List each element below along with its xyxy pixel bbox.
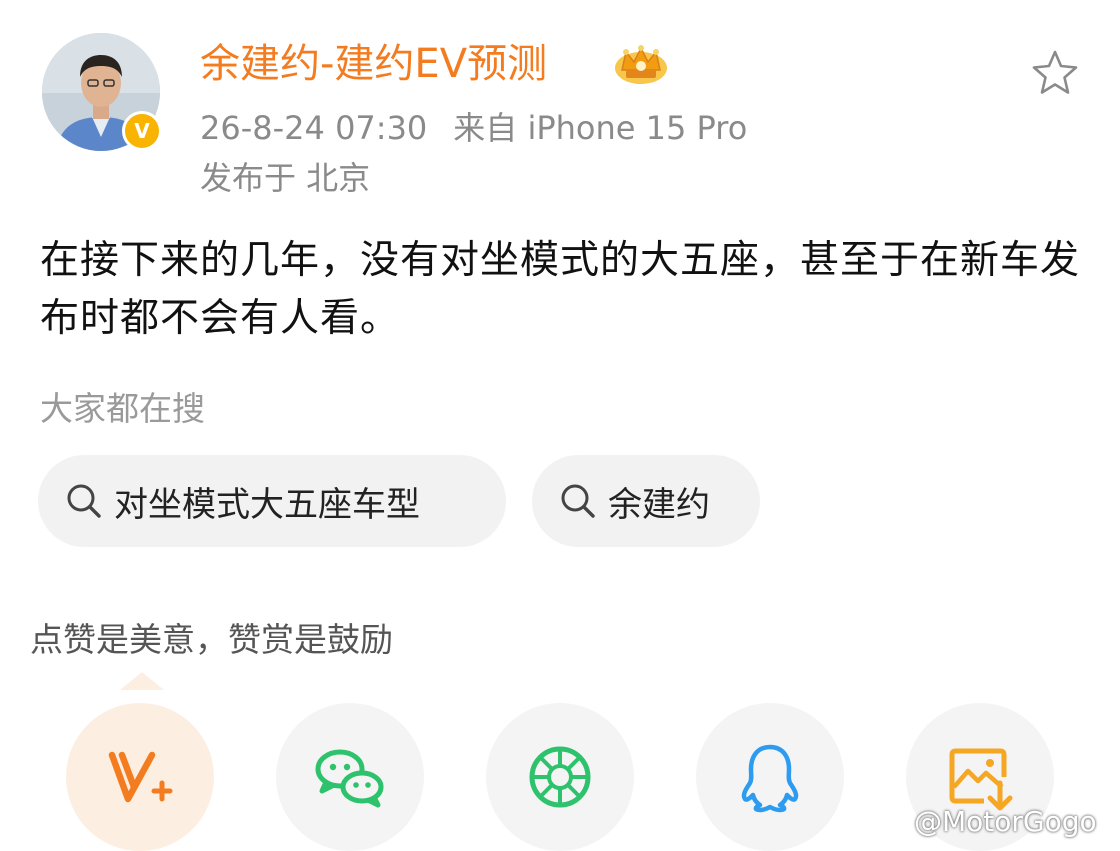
- moments-icon: [529, 746, 591, 808]
- search-icon: [67, 484, 101, 518]
- search-icon: [561, 484, 595, 518]
- reward-v-plus-icon: [108, 751, 173, 803]
- post-meta: 26-8-24 07:30 来自 iPhone 15 Pro: [200, 106, 747, 150]
- tip-arrow: [120, 672, 164, 690]
- search-heading: 大家都在搜: [40, 389, 205, 428]
- share-moments-button[interactable]: [486, 703, 634, 851]
- search-chip[interactable]: 对坐模式大五座车型: [38, 455, 506, 547]
- author-name[interactable]: 余建约-建约EV预测: [200, 38, 547, 90]
- search-chip[interactable]: 余建约: [532, 455, 760, 547]
- qq-icon: [741, 744, 799, 813]
- crown-icon[interactable]: [612, 42, 670, 86]
- watermark: @MotorGogo: [872, 802, 1097, 842]
- reward-button[interactable]: [66, 703, 214, 851]
- verified-v-icon: V: [122, 111, 162, 151]
- search-chip-label: 余建约: [608, 484, 710, 525]
- star-icon[interactable]: [1030, 48, 1080, 98]
- weibo-logo-icon: [872, 809, 909, 837]
- watermark-text: @MotorGogo: [914, 805, 1097, 838]
- share-qq-button[interactable]: [696, 703, 844, 851]
- post-timestamp: 26-8-24 07:30: [200, 109, 428, 147]
- post-content: 在接下来的几年，没有对坐模式的大五座，甚至于在新车发布时都不会有人看。: [40, 238, 1081, 341]
- search-chip-label: 对坐模式大五座车型: [114, 484, 420, 525]
- wechat-icon: [315, 749, 384, 808]
- reward-tip: 点赞是美意，赞赏是鼓励: [30, 620, 393, 659]
- post-location: 发布于 北京: [200, 159, 371, 197]
- share-wechat-button[interactable]: [276, 703, 424, 851]
- post-source: 来自 iPhone 15 Pro: [453, 109, 748, 147]
